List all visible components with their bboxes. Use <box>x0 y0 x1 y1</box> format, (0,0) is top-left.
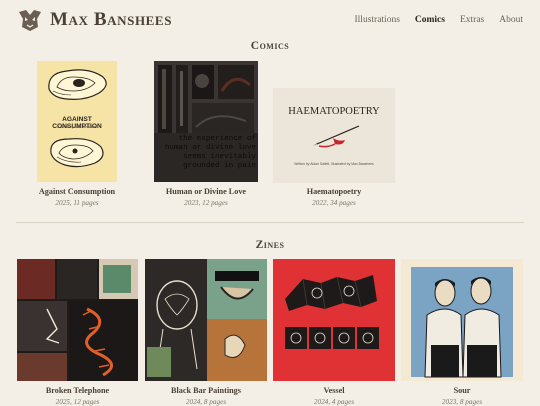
site-header: Max Banshees Illustrations Comics Extras… <box>0 0 540 44</box>
zine-black-bar-paintings[interactable]: Black Bar Paintings 2024, 8 pages <box>145 259 267 406</box>
nav-about[interactable]: About <box>499 15 523 25</box>
zine-broken-telephone[interactable]: Broken Telephone 2025, 12 pages <box>17 259 138 406</box>
zines-heading: Zines <box>255 239 285 251</box>
item-meta: 2023, 12 pages <box>184 199 228 207</box>
comic-against-consumption[interactable]: AGAINST CONSUMPTION A comic by Max Bansh… <box>37 61 117 211</box>
zine-vessel[interactable]: Vessel 2024, 4 pages <box>273 259 395 406</box>
cover-image: AGAINST CONSUMPTION A comic by Max Bansh… <box>37 61 117 182</box>
item-meta: 2022, 34 pages <box>312 199 356 207</box>
cover-image <box>17 259 138 381</box>
item-title: Human or Divine Love <box>165 187 247 196</box>
site-title[interactable]: Max Banshees <box>50 9 172 31</box>
item-title: Black Bar Paintings <box>171 386 241 395</box>
comic-human-or-divine-love[interactable]: the experience of human or divine love s… <box>154 61 258 211</box>
nav-extras[interactable]: Extras <box>460 15 484 25</box>
cover-subtitle-text: A comic by Max Banshees <box>57 125 97 129</box>
item-meta: 2025, 11 pages <box>55 199 99 207</box>
item-title: Against Consumption <box>38 187 116 196</box>
item-title: Vessel <box>323 386 345 395</box>
section-divider <box>16 222 524 223</box>
cover-image <box>273 259 395 381</box>
cover-image: the experience of human or divine love s… <box>154 61 258 182</box>
zine-sour[interactable]: Sour 2023, 8 pages <box>401 259 523 406</box>
item-title: Sour <box>453 386 471 395</box>
nav-comics[interactable]: Comics <box>415 15 445 25</box>
cover-quote: the experience of human or divine love s… <box>164 135 256 170</box>
cover-image <box>401 259 523 381</box>
main-nav: Illustrations Comics Extras About <box>355 15 524 25</box>
comics-heading: Comics <box>250 40 290 52</box>
item-title: Haematopoetry <box>306 187 362 196</box>
item-title: Broken Telephone <box>45 386 110 395</box>
comic-haematopoetry[interactable]: HAEMATOPOETRY Written by Aidan Sallett, … <box>273 88 395 211</box>
banshee-logo-icon[interactable] <box>17 7 43 33</box>
nav-illustrations[interactable]: Illustrations <box>355 15 400 25</box>
cover-image <box>145 259 267 381</box>
cover-image: HAEMATOPOETRY Written by Aidan Sallett, … <box>273 88 395 183</box>
cover-subtitle-text: Written by Aidan Sallett, Illustrated by… <box>294 162 374 166</box>
